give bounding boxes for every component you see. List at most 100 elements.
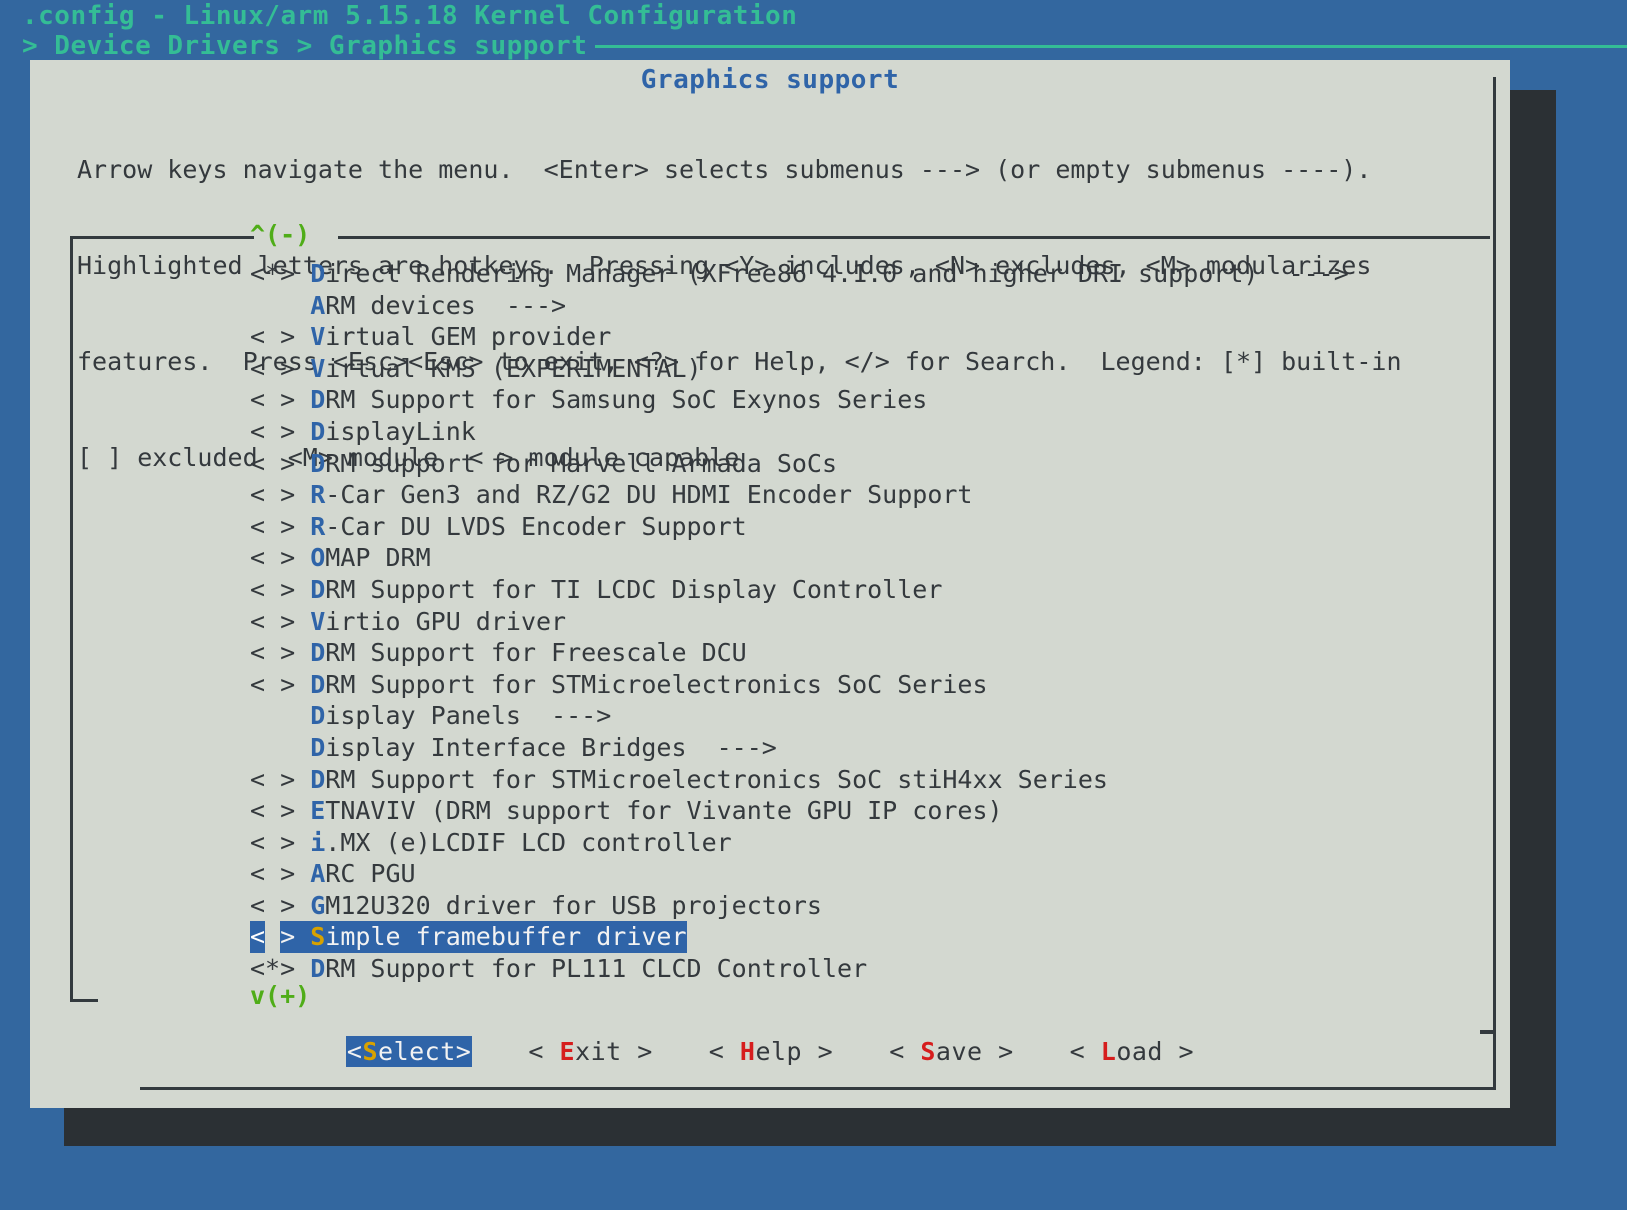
button-select[interactable]: <Select>: [345, 1036, 473, 1067]
menu-item-hotkey: D: [310, 732, 326, 762]
menu-item-label: RC PGU: [325, 859, 416, 889]
menu-item-state: < >: [250, 416, 311, 446]
menu-item[interactable]: < > R -Car Gen3 and RZ/G2 DU HDMI Encoder…: [250, 479, 1349, 511]
menu-item[interactable]: < > D RM Support for TI LCDC Display Cont…: [250, 574, 1349, 606]
scroll-up-indicator[interactable]: ^(-): [250, 221, 310, 249]
menu-item-hotkey: E: [310, 796, 326, 826]
menu-item-hotkey: D: [310, 448, 326, 478]
menu-item-state: < >: [250, 511, 311, 541]
menu-item-label: RM Support for STMicroelectronics SoC st…: [325, 764, 1108, 794]
menu-item-selected-body: > Simple framebuffer driver: [280, 921, 687, 954]
menu-item[interactable]: <*> Direct Rendering Manager (XFree86 4.…: [250, 258, 1349, 290]
menu-item-state: < >: [250, 859, 311, 889]
menu-item[interactable]: < > D RM Support for STMicroelectronics S…: [250, 669, 1349, 701]
menu-item-label: irtual KMS (EXPERIMENTAL): [325, 353, 702, 383]
menu-item-label: -Car Gen3 and RZ/G2 DU HDMI Encoder Supp…: [325, 480, 973, 510]
menu-item-label: irect Rendering Manager (XFree86 4.1.0 a…: [325, 259, 1349, 288]
menu-item-state: < >: [250, 574, 311, 604]
button-label: elp: [755, 1037, 803, 1066]
menu-item[interactable]: < > D RM Support for STMicroelectronics S…: [250, 764, 1349, 796]
menu-item-state: < >: [250, 669, 311, 699]
menu-item-state: < >: [250, 606, 311, 636]
button-label: ave: [935, 1037, 983, 1066]
menu-item-state: < >: [250, 827, 311, 857]
menu-item-hotkey: R: [310, 511, 326, 541]
menu-item-hotkey: i: [310, 827, 326, 857]
menu-list: <*> Direct Rendering Manager (XFree86 4.…: [250, 258, 1349, 985]
menu-item[interactable]: Display Interface Bridges --->: [250, 732, 1349, 764]
menu-item[interactable]: A RM devices --->: [250, 290, 1349, 322]
menu-item[interactable]: < > Simple framebuffer driver: [250, 921, 1349, 954]
menu-item-label: RM Support for Freescale DCU: [325, 638, 747, 668]
menu-item-state: < >: [250, 890, 311, 920]
menu-item[interactable]: < > Virtual GEM provider: [250, 321, 1349, 353]
menu-item[interactable]: < > O MAP DRM: [250, 542, 1349, 574]
menu-frame-top-border-left: [70, 236, 254, 239]
menu-item-hotkey: S: [310, 922, 326, 952]
menu-item-label: RM Support for PL111 CLCD Controller: [325, 954, 868, 984]
menu-item-state: [250, 700, 310, 732]
menu-item[interactable]: < > Virtual KMS (EXPERIMENTAL): [250, 353, 1349, 385]
menu-item-label: .MX (e)LCDIF LCD controller: [325, 827, 732, 857]
menu-item-state: < >: [250, 638, 311, 668]
breadcrumb: > Device Drivers > Graphics support: [22, 31, 588, 61]
button-bracket-left: <: [708, 1037, 740, 1066]
menu-item-hotkey: D: [310, 259, 326, 288]
button-bracket-left: <: [528, 1037, 560, 1066]
menu-item-state: >: [280, 922, 311, 952]
menu-item[interactable]: < > D RM Support for Freescale DCU: [250, 637, 1349, 669]
menu-item-state: < >: [250, 796, 311, 826]
menu-item-label: RM devices --->: [325, 290, 567, 320]
dialog-border-bottom: [140, 1087, 1496, 1090]
config-dialog: Graphics support Arrow keys navigate the…: [30, 60, 1510, 1108]
menu-cursor: <: [250, 921, 266, 954]
menu-item-hotkey: D: [310, 385, 326, 415]
menu-item[interactable]: < > D RM support for Marvell Armada SoCs: [250, 448, 1349, 480]
menu-item[interactable]: < > Virtio GPU driver: [250, 606, 1349, 638]
button-load[interactable]: < Load >: [1070, 1036, 1194, 1067]
menu-item-hotkey: A: [310, 290, 326, 320]
menu-item-label: RM support for Marvell Armada SoCs: [325, 448, 838, 478]
menu-item[interactable]: < > i .MX (e)LCDIF LCD controller: [250, 827, 1349, 859]
menu-item-state: < >: [250, 322, 311, 352]
menu-item[interactable]: < > R -Car DU LVDS Encoder Support: [250, 511, 1349, 543]
menu-item-state: <*>: [250, 954, 311, 984]
breadcrumb-rule: [595, 45, 1627, 48]
help-line-1: Arrow keys navigate the menu. <Enter> se…: [77, 155, 1372, 184]
menu-item-label: RM Support for Samsung SoC Exynos Series: [325, 385, 928, 415]
menu-item[interactable]: < > D RM Support for Samsung SoC Exynos S…: [250, 384, 1349, 416]
menu-item-state: < >: [250, 543, 311, 573]
menu-item-state: < >: [250, 448, 311, 478]
menu-item-hotkey: D: [310, 669, 326, 699]
menu-item[interactable]: < > DisplayLink: [250, 416, 1349, 448]
scroll-down-indicator[interactable]: v(+): [250, 982, 310, 1010]
menu-item-state: < >: [250, 353, 311, 383]
button-save[interactable]: < Save >: [889, 1036, 1013, 1067]
terminal-title: .config - Linux/arm 5.15.18 Kernel Confi…: [22, 1, 798, 31]
button-bracket-right: >: [1162, 1037, 1195, 1066]
menu-item[interactable]: <*> D RM Support for PL111 CLCD Controlle…: [250, 953, 1349, 985]
menu-item[interactable]: < > A RC PGU: [250, 858, 1349, 890]
menu-item-hotkey: D: [310, 954, 326, 984]
menu-item-hotkey: O: [310, 543, 326, 573]
button-exit[interactable]: < Exit >: [528, 1036, 652, 1067]
button-help[interactable]: < Help >: [709, 1036, 833, 1067]
menu-item[interactable]: < > G M12U320 driver for USB projectors: [250, 890, 1349, 922]
menu-frame-top-border-right: [338, 236, 1490, 239]
menu-frame-left-border: [70, 236, 73, 1002]
menu-item[interactable]: < > E TNAVIV (DRM support for Vivante GPU…: [250, 795, 1349, 827]
menu-item-hotkey: G: [310, 890, 326, 920]
button-bracket-left: <: [346, 1037, 363, 1066]
dialog-border-tick: [1480, 1030, 1493, 1034]
menu-item-label: irtio GPU driver: [325, 606, 567, 636]
menu-item-label: imple framebuffer driver: [325, 922, 687, 952]
button-bracket-right: >: [455, 1037, 472, 1066]
menu-item[interactable]: Display Panels --->: [250, 700, 1349, 732]
menu-frame-bottom-border: [70, 999, 98, 1002]
button-hotkey: S: [920, 1037, 936, 1066]
menu-item-label: irtual GEM provider: [325, 322, 612, 352]
menu-item-state: <*>: [250, 259, 311, 288]
menu-item-label: MAP DRM: [325, 543, 431, 573]
button-bracket-right: >: [982, 1037, 1014, 1066]
menu-item-hotkey: D: [310, 764, 326, 794]
